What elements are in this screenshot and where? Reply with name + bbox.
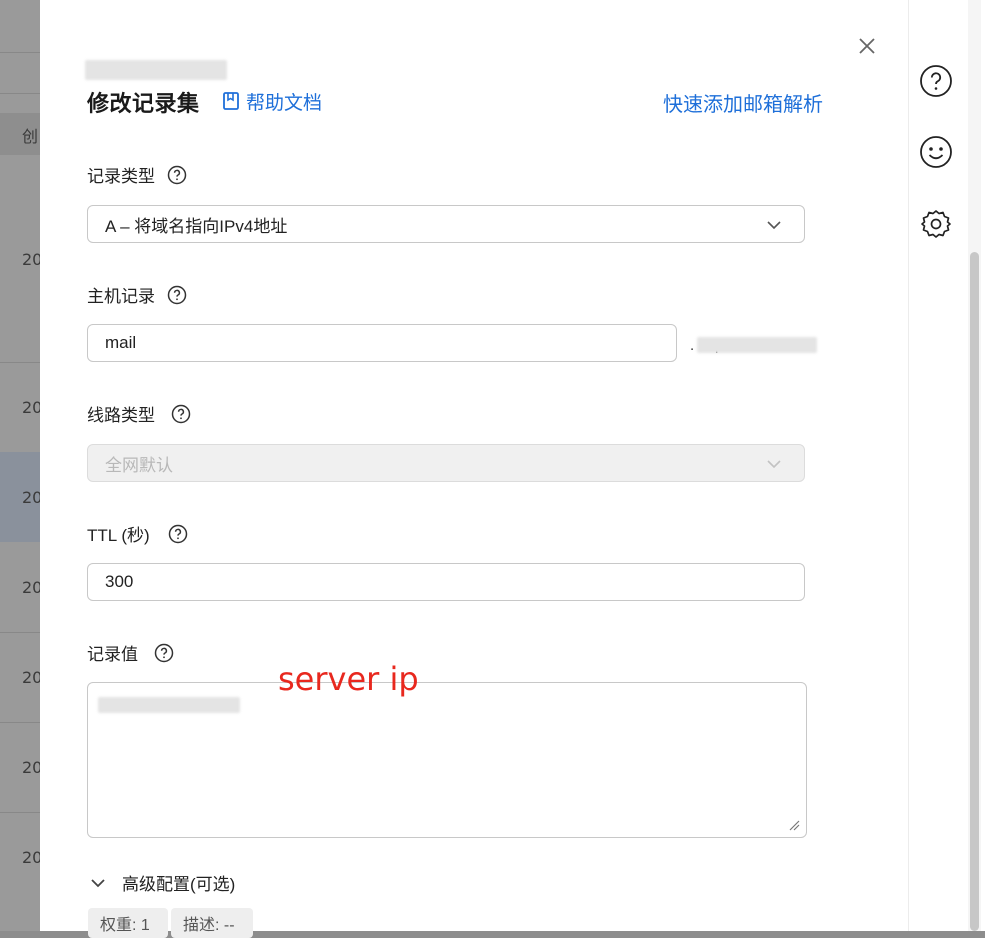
redacted-domain: [85, 60, 227, 80]
record-type-select[interactable]: A – 将域名指向IPv4地址: [87, 205, 805, 243]
gear-icon[interactable]: [919, 207, 953, 241]
host-record-value: mail: [105, 333, 137, 352]
ttl-value: 300: [105, 572, 134, 591]
line-type-value: 全网默认: [105, 455, 173, 475]
question-circle-icon[interactable]: [167, 165, 187, 185]
chevron-down-icon: [767, 221, 781, 230]
weight-chip: 权重: 1: [88, 908, 168, 938]
smiley-icon[interactable]: [919, 135, 953, 169]
record-value-label-text: 记录值: [87, 645, 138, 664]
line-type-label: 线路类型: [87, 401, 191, 426]
question-circle-icon[interactable]: [171, 404, 191, 424]
weight-chip-text: 权重: 1: [100, 917, 150, 934]
host-record-label-text: 主机记录: [87, 287, 155, 306]
advanced-config-label: 高级配置(可选): [122, 875, 236, 894]
question-circle-icon[interactable]: [167, 285, 187, 305]
resize-handle-icon[interactable]: [788, 819, 800, 831]
quick-add-mail-link[interactable]: 快速添加邮箱解析: [663, 88, 823, 117]
question-circle-icon[interactable]: [154, 643, 174, 663]
question-circle-icon[interactable]: [919, 64, 953, 98]
record-type-value: A – 将域名指向IPv4地址: [105, 216, 288, 236]
help-doc-label: 帮助文档: [246, 92, 323, 114]
ttl-input[interactable]: 300: [87, 563, 805, 601]
description-chip-text: 描述: --: [183, 917, 235, 934]
chevron-down-icon: [91, 878, 105, 887]
redacted-ip: [98, 697, 240, 713]
ttl-label: TTL (秒): [87, 521, 188, 546]
description-chip: 描述: --: [171, 908, 253, 938]
chevron-down-icon: [767, 460, 781, 469]
record-value-label: 记录值: [87, 640, 174, 665]
book-icon: [223, 92, 239, 110]
annotation-server-ip: server ip: [278, 660, 419, 698]
line-type-label-text: 线路类型: [87, 406, 155, 425]
advanced-config-toggle[interactable]: 高级配置(可选): [88, 870, 235, 895]
scrollbar-thumb[interactable]: [970, 252, 979, 931]
drawer-title: 修改记录集: [87, 91, 200, 116]
help-doc-link[interactable]: 帮助文档: [222, 88, 322, 114]
redacted-domain-suffix: [697, 337, 817, 353]
column-header: 创: [22, 127, 39, 146]
question-circle-icon[interactable]: [168, 524, 188, 544]
host-record-input[interactable]: mail: [87, 324, 677, 362]
line-type-select: 全网默认: [87, 444, 805, 482]
record-type-label-text: 记录类型: [87, 167, 155, 186]
host-record-label: 主机记录: [87, 282, 187, 307]
close-icon[interactable]: [855, 34, 879, 58]
record-type-label: 记录类型: [87, 162, 187, 187]
ttl-label-text: TTL (秒): [87, 526, 150, 545]
